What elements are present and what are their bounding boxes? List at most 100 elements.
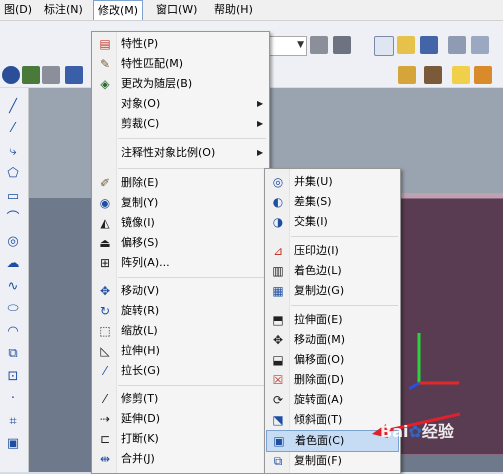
menu-separator bbox=[118, 277, 266, 278]
move-faces-icon: ✥ bbox=[272, 333, 284, 347]
menu-item-imprint[interactable]: ⊿ 压印边(I) bbox=[266, 241, 399, 261]
save-icon[interactable] bbox=[420, 36, 438, 54]
construction-line-icon[interactable]: ⁄ bbox=[4, 120, 22, 138]
copy-faces-icon: ⧉ bbox=[273, 454, 283, 468]
toolbar-button[interactable] bbox=[424, 66, 442, 84]
menu-item-properties[interactable]: ▤ 特性(P) bbox=[93, 34, 268, 54]
cloud-icon[interactable]: ☁ bbox=[4, 255, 22, 273]
snap-icon[interactable] bbox=[2, 66, 20, 84]
menu-separator bbox=[291, 305, 398, 306]
3d-box-icon[interactable] bbox=[398, 66, 416, 84]
copy-icon: ◉ bbox=[99, 196, 111, 210]
menu-separator bbox=[118, 168, 266, 169]
ellipse-icon[interactable]: ⬭ bbox=[4, 300, 22, 318]
break-icon: ⊏ bbox=[99, 432, 111, 446]
menu-item-extend[interactable]: ⇢ 延伸(D) bbox=[93, 409, 268, 429]
new-file-icon[interactable] bbox=[374, 36, 394, 56]
copy-edges-icon: ▦ bbox=[272, 284, 284, 298]
arc-icon[interactable]: ⌒ bbox=[4, 210, 22, 228]
open-folder-icon[interactable] bbox=[397, 36, 415, 54]
offset-faces-icon: ⬓ bbox=[272, 353, 284, 367]
toolbar-button[interactable] bbox=[310, 36, 328, 54]
menu-item-move[interactable]: ✥ 移动(V) bbox=[93, 281, 268, 301]
menu-item-change-bylayer[interactable]: ◈ 更改为随层(B) bbox=[93, 74, 268, 94]
menu-item-copy-faces[interactable]: ⧉ 复制面(F) bbox=[266, 451, 399, 471]
hatch-icon[interactable]: ⌗ bbox=[4, 413, 22, 431]
menu-separator bbox=[118, 138, 266, 139]
menu-modify[interactable]: 修改(M) bbox=[93, 0, 144, 20]
menu-item-trim[interactable]: ⁄ 修剪(T) bbox=[93, 389, 268, 409]
modify-menu: ▤ 特性(P) ✎ 特性匹配(M) ◈ 更改为随层(B) 对象(O) ▶ 剪裁(… bbox=[91, 31, 270, 474]
menu-item-copy[interactable]: ◉ 复制(Y) bbox=[93, 193, 268, 213]
ellipse-arc-icon[interactable]: ◠ bbox=[4, 323, 22, 341]
text-icon[interactable] bbox=[65, 66, 83, 84]
menu-item-break[interactable]: ⊏ 打断(K) bbox=[93, 429, 268, 449]
paw-icon: ✿ bbox=[408, 422, 422, 441]
menu-draw[interactable]: 图(D) bbox=[0, 0, 36, 20]
menu-item-annotative-scale[interactable]: 注释性对象比例(O) ▶ bbox=[93, 143, 268, 163]
toolbar-button[interactable] bbox=[22, 66, 40, 84]
menu-item-mirror[interactable]: ◭ 镜像(I) bbox=[93, 213, 268, 233]
menu-item-scale[interactable]: ⬚ 缩放(L) bbox=[93, 321, 268, 341]
menu-item-intersect[interactable]: ◑ 交集(I) bbox=[266, 212, 399, 232]
menu-item-union[interactable]: ◎ 并集(U) bbox=[266, 172, 399, 192]
scale-icon: ⬚ bbox=[99, 324, 111, 338]
rotate-faces-icon: ⟳ bbox=[272, 393, 284, 407]
print-icon[interactable] bbox=[448, 36, 466, 54]
toolbar-button[interactable] bbox=[333, 36, 351, 54]
taper-faces-icon: ⬔ bbox=[272, 413, 284, 427]
menu-item-rotate[interactable]: ↻ 旋转(R) bbox=[93, 301, 268, 321]
menu-item-subtract[interactable]: ◐ 差集(S) bbox=[266, 192, 399, 212]
point-icon[interactable]: · bbox=[4, 390, 22, 408]
insert-icon[interactable]: ⊡ bbox=[4, 368, 22, 386]
delete-faces-icon: ☒ bbox=[272, 373, 284, 387]
extrude-faces-icon: ⬒ bbox=[272, 313, 284, 327]
menu-dimension[interactable]: 标注(N) bbox=[40, 0, 87, 20]
menu-item-delete-faces[interactable]: ☒ 删除面(D) bbox=[266, 370, 399, 390]
menu-item-object[interactable]: 对象(O) ▶ bbox=[93, 94, 268, 114]
rectangle-icon[interactable]: ▭ bbox=[4, 188, 22, 206]
subtract-icon: ◐ bbox=[272, 195, 284, 209]
draw-toolbar: ╱ ⁄ ⤷ ⬠ ▭ ⌒ ◎ ☁ ∿ ⬭ ◠ ⧉ ⊡ · ⌗ ▣ bbox=[0, 88, 29, 472]
menu-item-stretch[interactable]: ◺ 拉伸(H) bbox=[93, 341, 268, 361]
menu-item-copy-edges[interactable]: ▦ 复制边(G) bbox=[266, 281, 399, 301]
stretch-icon: ◺ bbox=[100, 344, 110, 358]
render-icon[interactable] bbox=[474, 66, 492, 84]
preview-icon[interactable] bbox=[471, 36, 489, 54]
menu-item-array[interactable]: ⊞ 阵列(A)... bbox=[93, 253, 268, 273]
menu-item-color-edges[interactable]: ▥ 着色边(L) bbox=[266, 261, 399, 281]
menu-item-offset-faces[interactable]: ⬓ 偏移面(O) bbox=[266, 350, 399, 370]
array-icon: ⊞ bbox=[99, 256, 111, 270]
menu-item-join[interactable]: ⇹ 合并(J) bbox=[93, 449, 268, 469]
imprint-icon: ⊿ bbox=[272, 244, 284, 258]
menu-window[interactable]: 窗口(W) bbox=[152, 0, 201, 20]
menu-separator bbox=[118, 385, 266, 386]
block-icon[interactable]: ⧉ bbox=[4, 345, 22, 363]
menu-item-erase[interactable]: ✐ 删除(E) bbox=[93, 173, 268, 193]
polygon-icon[interactable]: ⬠ bbox=[4, 165, 22, 183]
gradient-icon[interactable]: ▣ bbox=[4, 435, 22, 453]
line-icon[interactable]: ╱ bbox=[4, 98, 22, 116]
circle-icon[interactable]: ◎ bbox=[4, 233, 22, 251]
light-icon[interactable] bbox=[452, 66, 470, 84]
menu-item-match-properties[interactable]: ✎ 特性匹配(M) bbox=[93, 54, 268, 74]
menu-item-offset[interactable]: ⏏ 偏移(S) bbox=[93, 233, 268, 253]
color-faces-icon: ▣ bbox=[273, 434, 285, 448]
menu-item-extrude-faces[interactable]: ⬒ 拉伸面(E) bbox=[266, 310, 399, 330]
spline-icon[interactable]: ∿ bbox=[4, 278, 22, 296]
match-brush-icon: ✎ bbox=[99, 57, 111, 71]
menu-item-clip[interactable]: 剪裁(C) ▶ bbox=[93, 114, 268, 134]
toolbar-button[interactable] bbox=[42, 66, 60, 84]
chevron-down-icon: ▼ bbox=[297, 40, 304, 50]
submenu-arrow-icon: ▶ bbox=[257, 119, 264, 128]
polyline-icon[interactable]: ⤷ bbox=[4, 143, 22, 161]
submenu-arrow-icon: ▶ bbox=[257, 99, 264, 108]
menu-item-move-faces[interactable]: ✥ 移动面(M) bbox=[266, 330, 399, 350]
menu-item-lengthen[interactable]: ⁄ 拉长(G) bbox=[93, 361, 268, 381]
menu-separator bbox=[291, 236, 398, 237]
menu-help[interactable]: 帮助(H) bbox=[210, 0, 257, 20]
color-edges-icon: ▥ bbox=[272, 264, 284, 278]
change-bylayer-icon: ◈ bbox=[100, 77, 110, 91]
lengthen-icon: ⁄ bbox=[103, 364, 106, 378]
union-icon: ◎ bbox=[272, 175, 284, 189]
